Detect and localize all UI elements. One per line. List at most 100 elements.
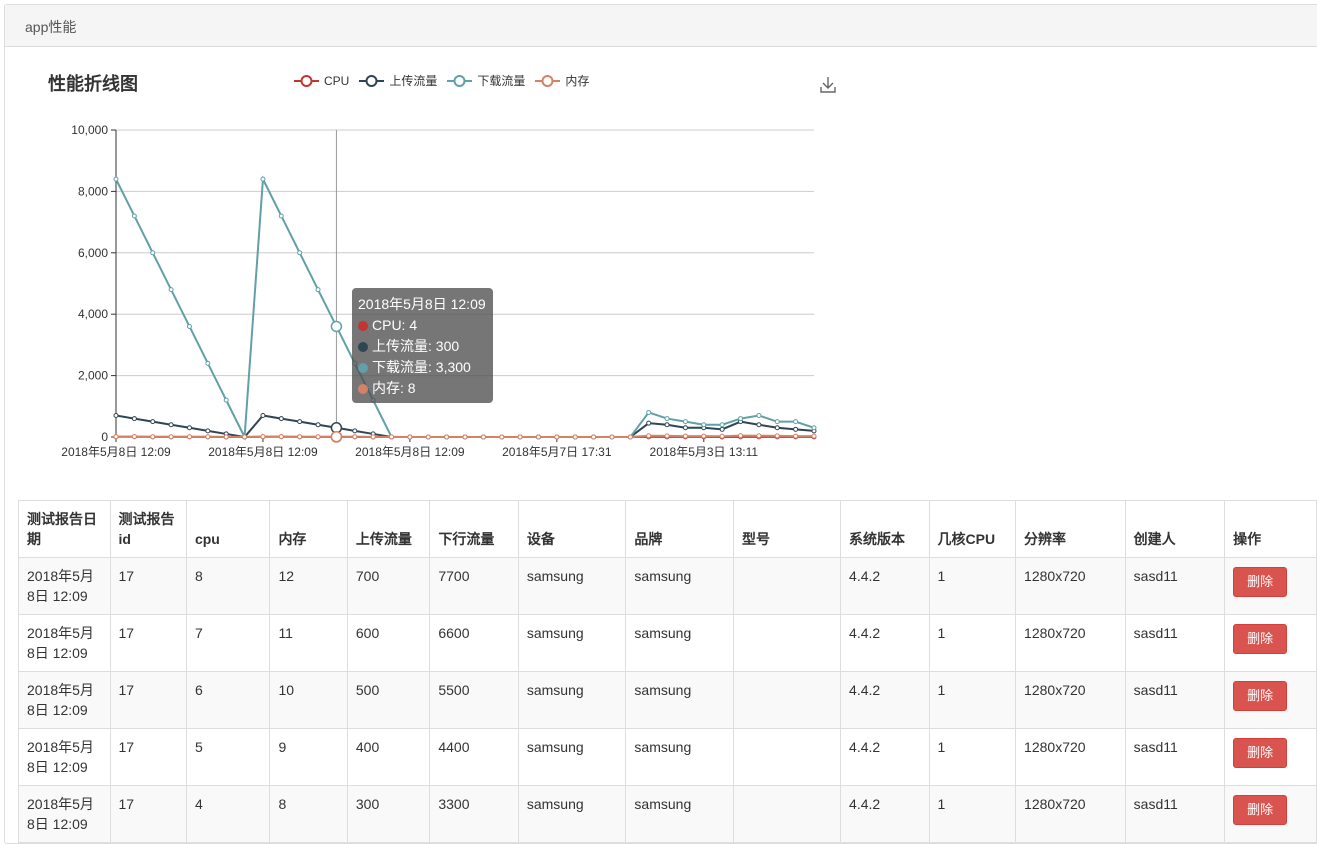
performance-line-chart[interactable]: 10,0008,0006,0004,0002,00002018年5月8日 12:… (0, 0, 1317, 500)
tooltip-row: 下载流量: 3,300 (358, 357, 487, 378)
tooltip-row: CPU: 4 (358, 315, 487, 336)
table-row: 2018年5月8日 12:0917483003300samsungsamsung… (19, 786, 1317, 843)
data-point (261, 177, 265, 181)
table-cell: 1280x720 (1016, 672, 1126, 729)
table-cell (734, 558, 841, 615)
series-dot-icon (358, 384, 368, 394)
tooltip-row: 上传流量: 300 (358, 336, 487, 357)
data-point (757, 414, 761, 418)
data-point (132, 435, 136, 439)
data-point (665, 434, 669, 438)
table-cell: 4 (186, 786, 269, 843)
data-point (702, 423, 706, 427)
series-line-1 (116, 416, 814, 437)
legend-item-0[interactable]: CPU (294, 72, 349, 89)
data-point (665, 423, 669, 427)
data-point (206, 435, 210, 439)
download-icon[interactable] (818, 74, 838, 94)
table-cell: 1280x720 (1016, 729, 1126, 786)
data-point (353, 429, 357, 433)
data-point (187, 435, 191, 439)
actions-cell: 删除 (1225, 615, 1317, 672)
data-point (536, 435, 540, 439)
tooltip-row-label: 内存: 8 (372, 380, 416, 396)
tooltip-row-label: 下载流量: 3,300 (372, 359, 471, 375)
delete-button[interactable]: 删除 (1233, 624, 1287, 654)
table-cell: 1280x720 (1016, 558, 1126, 615)
delete-button[interactable]: 删除 (1233, 795, 1287, 825)
column-header: 下行流量 (430, 501, 519, 558)
data-point (390, 435, 394, 439)
actions-cell: 删除 (1225, 786, 1317, 843)
delete-button[interactable]: 删除 (1233, 681, 1287, 711)
table-cell: samsung (518, 672, 626, 729)
x-tick-label: 2018年5月8日 12:09 (355, 445, 465, 459)
table-cell: 11 (270, 615, 347, 672)
table-cell: 9 (270, 729, 347, 786)
table-cell (734, 615, 841, 672)
table-cell: 1 (929, 558, 1016, 615)
data-point (151, 435, 155, 439)
data-point (739, 434, 743, 438)
table-cell: samsung (626, 558, 734, 615)
table-cell: 4400 (430, 729, 519, 786)
legend-item-2[interactable]: 下载流量 (447, 72, 525, 89)
actions-cell: 删除 (1225, 729, 1317, 786)
table-cell: sasd11 (1125, 786, 1225, 843)
table-cell (734, 672, 841, 729)
data-point (665, 417, 669, 421)
data-point (500, 435, 504, 439)
table-cell: 17 (110, 615, 186, 672)
table-cell: samsung (518, 729, 626, 786)
data-point (647, 434, 651, 438)
table-cell: 6600 (430, 615, 519, 672)
column-header: 测试报告id (110, 501, 186, 558)
data-point (298, 251, 302, 255)
data-point (132, 214, 136, 218)
table-header-row: 测试报告日期测试报告idcpu内存上传流量下行流量设备品牌型号系统版本几核CPU… (19, 501, 1317, 558)
legend-line-icon (294, 74, 319, 88)
data-point (224, 398, 228, 402)
table-cell: 17 (110, 786, 186, 843)
data-point (775, 434, 779, 438)
data-point (316, 423, 320, 427)
x-tick-label: 2018年5月8日 12:09 (61, 445, 171, 459)
table-cell: 8 (186, 558, 269, 615)
table-cell: sasd11 (1125, 672, 1225, 729)
series-dot-icon (358, 342, 368, 352)
column-header: 测试报告日期 (19, 501, 111, 558)
data-point (628, 435, 632, 439)
data-point (298, 435, 302, 439)
legend-item-1[interactable]: 上传流量 (359, 72, 437, 89)
data-point (794, 434, 798, 438)
table-cell: 4.4.2 (841, 615, 930, 672)
data-point (757, 434, 761, 438)
data-point (114, 414, 118, 418)
legend-line-icon (359, 74, 384, 88)
delete-button[interactable]: 删除 (1233, 567, 1287, 597)
y-tick-label: 6,000 (78, 246, 108, 260)
data-point (481, 435, 485, 439)
data-point (353, 435, 357, 439)
table-cell: 17 (110, 558, 186, 615)
column-header: 几核CPU (929, 501, 1016, 558)
data-point (775, 426, 779, 430)
data-point (463, 435, 467, 439)
table-cell: samsung (518, 558, 626, 615)
legend-item-3[interactable]: 内存 (535, 72, 589, 89)
table-cell: samsung (626, 672, 734, 729)
legend-line-icon (447, 74, 472, 88)
x-tick-label: 2018年5月3日 13:11 (650, 445, 759, 459)
column-header: 型号 (734, 501, 841, 558)
x-tick-label: 2018年5月8日 12:09 (208, 445, 318, 459)
delete-button[interactable]: 删除 (1233, 738, 1287, 768)
data-point (279, 214, 283, 218)
data-point (371, 435, 375, 439)
table-cell: 2018年5月8日 12:09 (19, 615, 111, 672)
tooltip-row: 内存: 8 (358, 378, 487, 399)
tooltip-row-label: CPU: 4 (372, 317, 417, 333)
table-cell: 1 (929, 786, 1016, 843)
table-cell: 1 (929, 615, 1016, 672)
actions-cell: 删除 (1225, 558, 1317, 615)
table-cell: 1280x720 (1016, 786, 1126, 843)
